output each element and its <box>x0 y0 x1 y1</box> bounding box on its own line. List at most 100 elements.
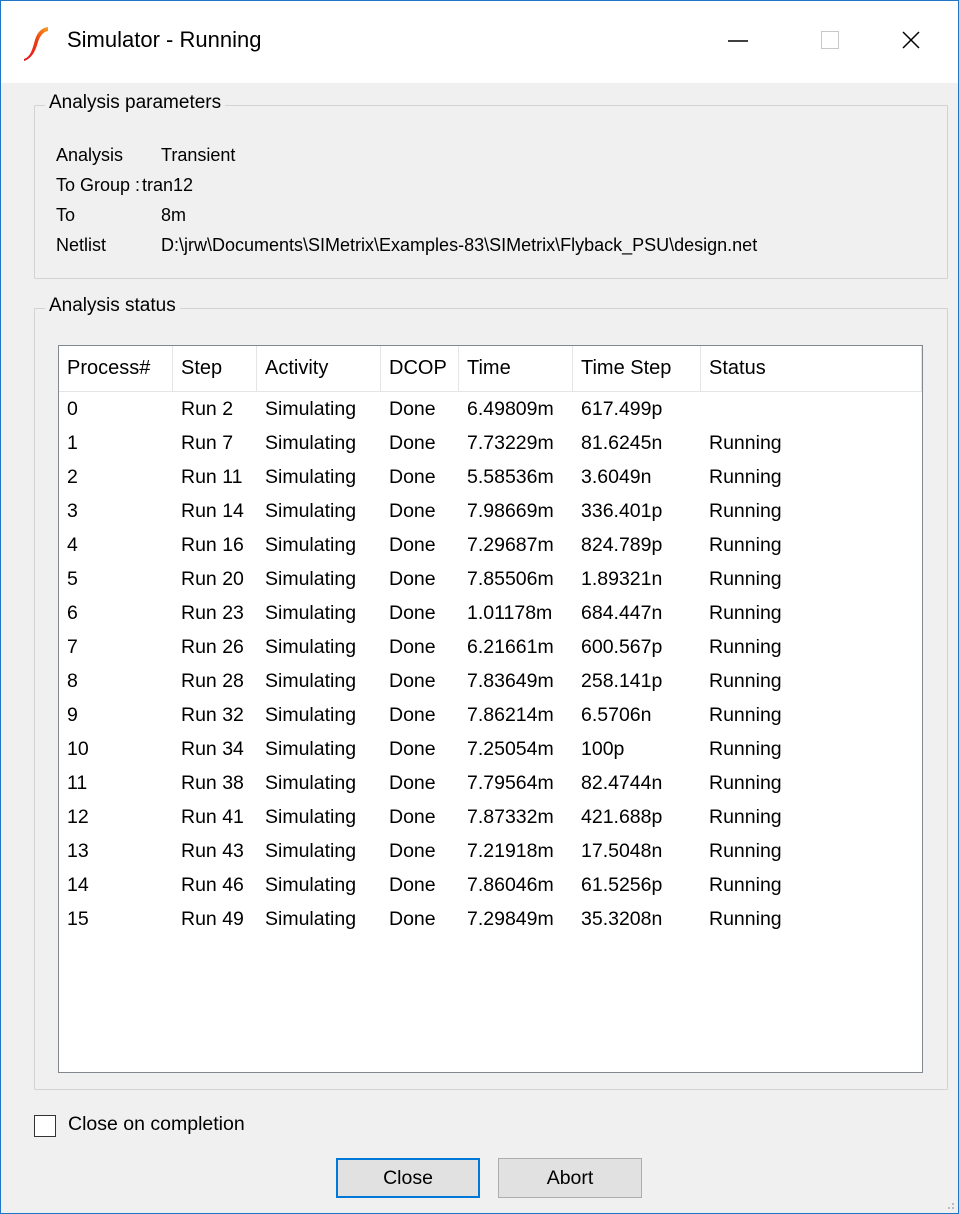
time-step-cell: 617.499p <box>581 398 663 420</box>
time-cell: 7.86046m <box>467 874 554 896</box>
process-cell: 4 <box>67 534 78 556</box>
table-row[interactable]: 15 Run 49 Simulating Done 7.29849m 35.3208n Ru… <box>59 902 922 936</box>
table-row[interactable]: 0 Run 2 Simulating Done 6.49809m 617.499p <box>59 392 922 426</box>
time-cell: 7.73229m <box>467 432 554 454</box>
activity-cell: Simulating <box>265 908 357 930</box>
process-cell: 12 <box>67 806 89 828</box>
time-cell: 7.29849m <box>467 908 554 930</box>
param-value: D:\jrw\Documents\SIMetrix\Examples-83\SI… <box>161 235 758 255</box>
close-button[interactable]: Close <box>336 1158 480 1198</box>
dcop-cell: Done <box>389 398 436 420</box>
title-bar[interactable]: Simulator - Running <box>1 1 958 83</box>
column-header-time[interactable]: Time <box>459 346 573 391</box>
table-row[interactable]: 7 Run 26 Simulating Done 6.21661m 600.567p Run… <box>59 630 922 664</box>
dcop-cell: Done <box>389 908 436 930</box>
activity-cell: Simulating <box>265 602 357 624</box>
column-header-process[interactable]: Process# <box>59 346 173 391</box>
step-cell: Run 34 <box>181 738 244 760</box>
step-cell: Run 49 <box>181 908 244 930</box>
minimize-icon <box>728 40 748 42</box>
activity-cell: Simulating <box>265 738 357 760</box>
table-row[interactable]: 6 Run 23 Simulating Done 1.01178m 684.447n Run… <box>59 596 922 630</box>
status-cell: Running <box>709 772 782 794</box>
status-cell: Running <box>709 738 782 760</box>
process-cell: 2 <box>67 466 78 488</box>
time-step-cell: 82.4744n <box>581 772 663 794</box>
activity-cell: Simulating <box>265 534 357 556</box>
list-header: Process# Step Activity DCOP Time Time St… <box>59 346 922 392</box>
step-cell: Run 32 <box>181 704 244 726</box>
table-row[interactable]: 10 Run 34 Simulating Done 7.25054m 100p Runnin… <box>59 732 922 766</box>
status-cell: Running <box>709 908 782 930</box>
time-cell: 1.01178m <box>467 602 553 624</box>
close-window-button[interactable] <box>871 1 959 83</box>
activity-cell: Simulating <box>265 874 357 896</box>
activity-cell: Simulating <box>265 636 357 658</box>
process-cell: 3 <box>67 500 78 522</box>
status-cell: Running <box>709 432 782 454</box>
dcop-cell: Done <box>389 704 436 726</box>
time-cell: 7.98669m <box>467 500 554 522</box>
time-cell: 7.21918m <box>467 840 554 862</box>
table-row[interactable]: 11 Run 38 Simulating Done 7.79564m 82.4744n Ru… <box>59 766 922 800</box>
table-row[interactable]: 2 Run 11 Simulating Done 5.58536m 3.6049n Runn… <box>59 460 922 494</box>
step-cell: Run 43 <box>181 840 244 862</box>
step-cell: Run 7 <box>181 432 234 454</box>
param-label: To <box>56 205 76 225</box>
column-header-time-step[interactable]: Time Step <box>573 346 701 391</box>
analysis-parameters-legend: Analysis parameters <box>45 92 226 114</box>
process-list[interactable]: Process# Step Activity DCOP Time Time St… <box>58 345 923 1073</box>
table-row[interactable]: 8 Run 28 Simulating Done 7.83649m 258.141p Run… <box>59 664 922 698</box>
process-cell: 6 <box>67 602 78 624</box>
table-row[interactable]: 4 Run 16 Simulating Done 7.29687m 824.789p Run… <box>59 528 922 562</box>
time-step-cell: 1.89321n <box>581 568 663 590</box>
time-step-cell: 17.5048n <box>581 840 663 862</box>
step-cell: Run 26 <box>181 636 244 658</box>
status-cell: Running <box>709 636 782 658</box>
table-row[interactable]: 3 Run 14 Simulating Done 7.98669m 336.401p Run… <box>59 494 922 528</box>
step-cell: Run 11 <box>181 466 243 488</box>
param-label: To Group : <box>56 175 141 195</box>
time-step-cell: 6.5706n <box>581 704 652 726</box>
process-cell: 9 <box>67 704 78 726</box>
window-title: Simulator - Running <box>67 27 262 52</box>
dcop-cell: Done <box>389 874 436 896</box>
table-row[interactable]: 13 Run 43 Simulating Done 7.21918m 17.5048n Ru… <box>59 834 922 868</box>
time-cell: 7.25054m <box>467 738 554 760</box>
time-cell: 7.79564m <box>467 772 554 794</box>
param-value: 8m <box>161 205 187 225</box>
param-label: Netlist <box>56 235 107 255</box>
table-row[interactable]: 9 Run 32 Simulating Done 7.86214m 6.5706n Runn… <box>59 698 922 732</box>
process-cell: 15 <box>67 908 89 930</box>
time-cell: 5.58536m <box>467 466 554 488</box>
status-cell: Running <box>709 500 782 522</box>
dcop-cell: Done <box>389 670 436 692</box>
minimize-button[interactable] <box>681 1 771 83</box>
column-header-dcop[interactable]: DCOP <box>381 346 459 391</box>
time-step-cell: 258.141p <box>581 670 663 692</box>
status-cell: Running <box>709 840 782 862</box>
process-cell: 7 <box>67 636 78 658</box>
table-row[interactable]: 12 Run 41 Simulating Done 7.87332m 421.688p Ru… <box>59 800 922 834</box>
column-header-status[interactable]: Status <box>701 346 922 391</box>
step-cell: Run 16 <box>181 534 244 556</box>
dcop-cell: Done <box>389 534 436 556</box>
maximize-button[interactable] <box>791 1 881 83</box>
analysis-parameters-group: Analysis parameters Analysis Transient T… <box>34 92 948 279</box>
resize-grip-icon[interactable] <box>942 1197 956 1211</box>
table-row[interactable]: 5 Run 20 Simulating Done 7.85506m 1.89321n Run… <box>59 562 922 596</box>
column-header-step[interactable]: Step <box>173 346 257 391</box>
time-step-cell: 684.447n <box>581 602 663 624</box>
table-row[interactable]: 1 Run 7 Simulating Done 7.73229m 81.6245n Runn… <box>59 426 922 460</box>
column-header-activity[interactable]: Activity <box>257 346 381 391</box>
dcop-cell: Done <box>389 806 436 828</box>
time-step-cell: 600.567p <box>581 636 663 658</box>
abort-button[interactable]: Abort <box>498 1158 642 1198</box>
table-row[interactable]: 14 Run 46 Simulating Done 7.86046m 61.5256p Ru… <box>59 868 922 902</box>
param-label: Analysis <box>56 145 124 165</box>
close-on-completion-checkbox[interactable] <box>34 1115 56 1137</box>
param-value: tran12 <box>142 175 194 195</box>
time-cell: 6.49809m <box>467 398 554 420</box>
activity-cell: Simulating <box>265 432 357 454</box>
step-cell: Run 2 <box>181 398 234 420</box>
